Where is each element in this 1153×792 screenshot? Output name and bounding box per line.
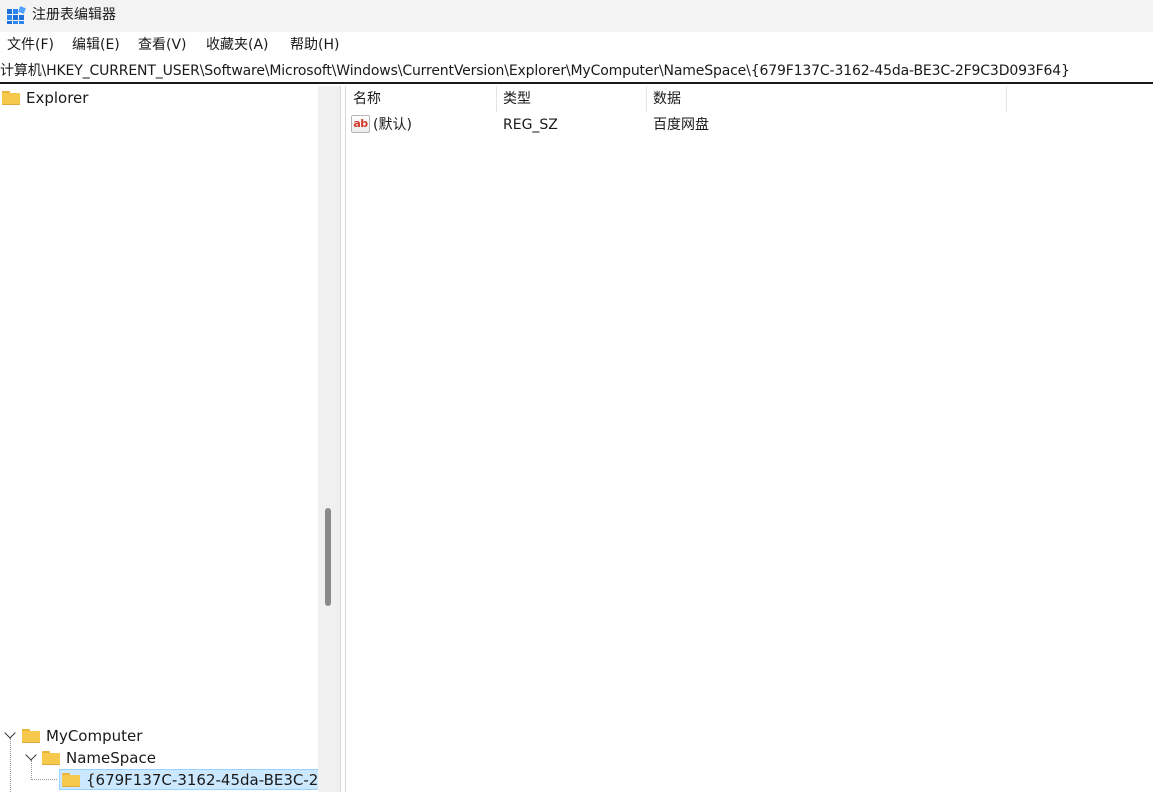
tree-scrollbar[interactable]: [318, 86, 340, 792]
column-header-data[interactable]: 数据: [653, 90, 681, 108]
folder-icon: [22, 729, 40, 743]
chevron-down-icon[interactable]: [4, 727, 16, 739]
values-list-pane[interactable]: 名称 类型 数据 ab (默认) REG_SZ 百度网盘: [346, 86, 1153, 792]
title-bar: 注册表编辑器: [0, 0, 1153, 32]
value-type: REG_SZ: [503, 117, 558, 133]
window-title: 注册表编辑器: [32, 7, 116, 23]
menu-edit[interactable]: 编辑(E): [70, 36, 122, 54]
column-divider[interactable]: [1006, 86, 1007, 112]
column-header-name[interactable]: 名称: [353, 90, 381, 108]
tree-connector: [31, 779, 57, 780]
registry-editor-icon: [7, 6, 26, 24]
string-value-icon: ab: [351, 115, 370, 133]
tree-node-mycomputer[interactable]: MyComputer: [22, 726, 142, 746]
tree-node-label: {679F137C-3162-45da-BE3C-2F9C3D093F64}: [86, 770, 318, 789]
folder-icon: [62, 772, 80, 787]
chevron-down-icon[interactable]: [25, 749, 37, 761]
key-tree-pane[interactable]: Explorer MyComputer NameSpace {679F137C-…: [0, 86, 318, 792]
tree-connector: [31, 760, 32, 780]
tree-node-namespace[interactable]: NameSpace: [42, 748, 156, 768]
column-header-type[interactable]: 类型: [503, 90, 531, 108]
tree-node-explorer[interactable]: Explorer: [2, 88, 88, 108]
value-data: 百度网盘: [653, 117, 709, 133]
folder-icon: [2, 91, 20, 105]
tree-scrollbar-thumb[interactable]: [325, 508, 331, 606]
menu-file[interactable]: 文件(F): [5, 36, 56, 54]
column-divider[interactable]: [496, 86, 497, 112]
tree-node-selected-key[interactable]: {679F137C-3162-45da-BE3C-2F9C3D093F64}: [59, 769, 318, 790]
folder-icon: [42, 751, 60, 765]
menu-favorites[interactable]: 收藏夹(A): [204, 36, 271, 54]
tree-node-label: NameSpace: [66, 749, 156, 767]
list-header: 名称 类型 数据: [346, 86, 1153, 112]
value-name: (默认): [373, 117, 412, 133]
column-divider[interactable]: [646, 86, 647, 112]
menu-bar: 文件(F) 编辑(E) 查看(V) 收藏夹(A) 帮助(H): [0, 32, 1153, 58]
tree-node-label: Explorer: [26, 89, 89, 107]
address-path[interactable]: 计算机\HKEY_CURRENT_USER\Software\Microsoft…: [0, 62, 1153, 80]
tree-node-label: MyComputer: [46, 727, 143, 745]
menu-help[interactable]: 帮助(H): [288, 36, 341, 54]
menu-view[interactable]: 查看(V): [136, 36, 189, 54]
table-row[interactable]: ab (默认) REG_SZ 百度网盘: [346, 114, 1153, 136]
address-bar[interactable]: 计算机\HKEY_CURRENT_USER\Software\Microsoft…: [0, 58, 1153, 84]
tree-connector: [10, 738, 11, 792]
